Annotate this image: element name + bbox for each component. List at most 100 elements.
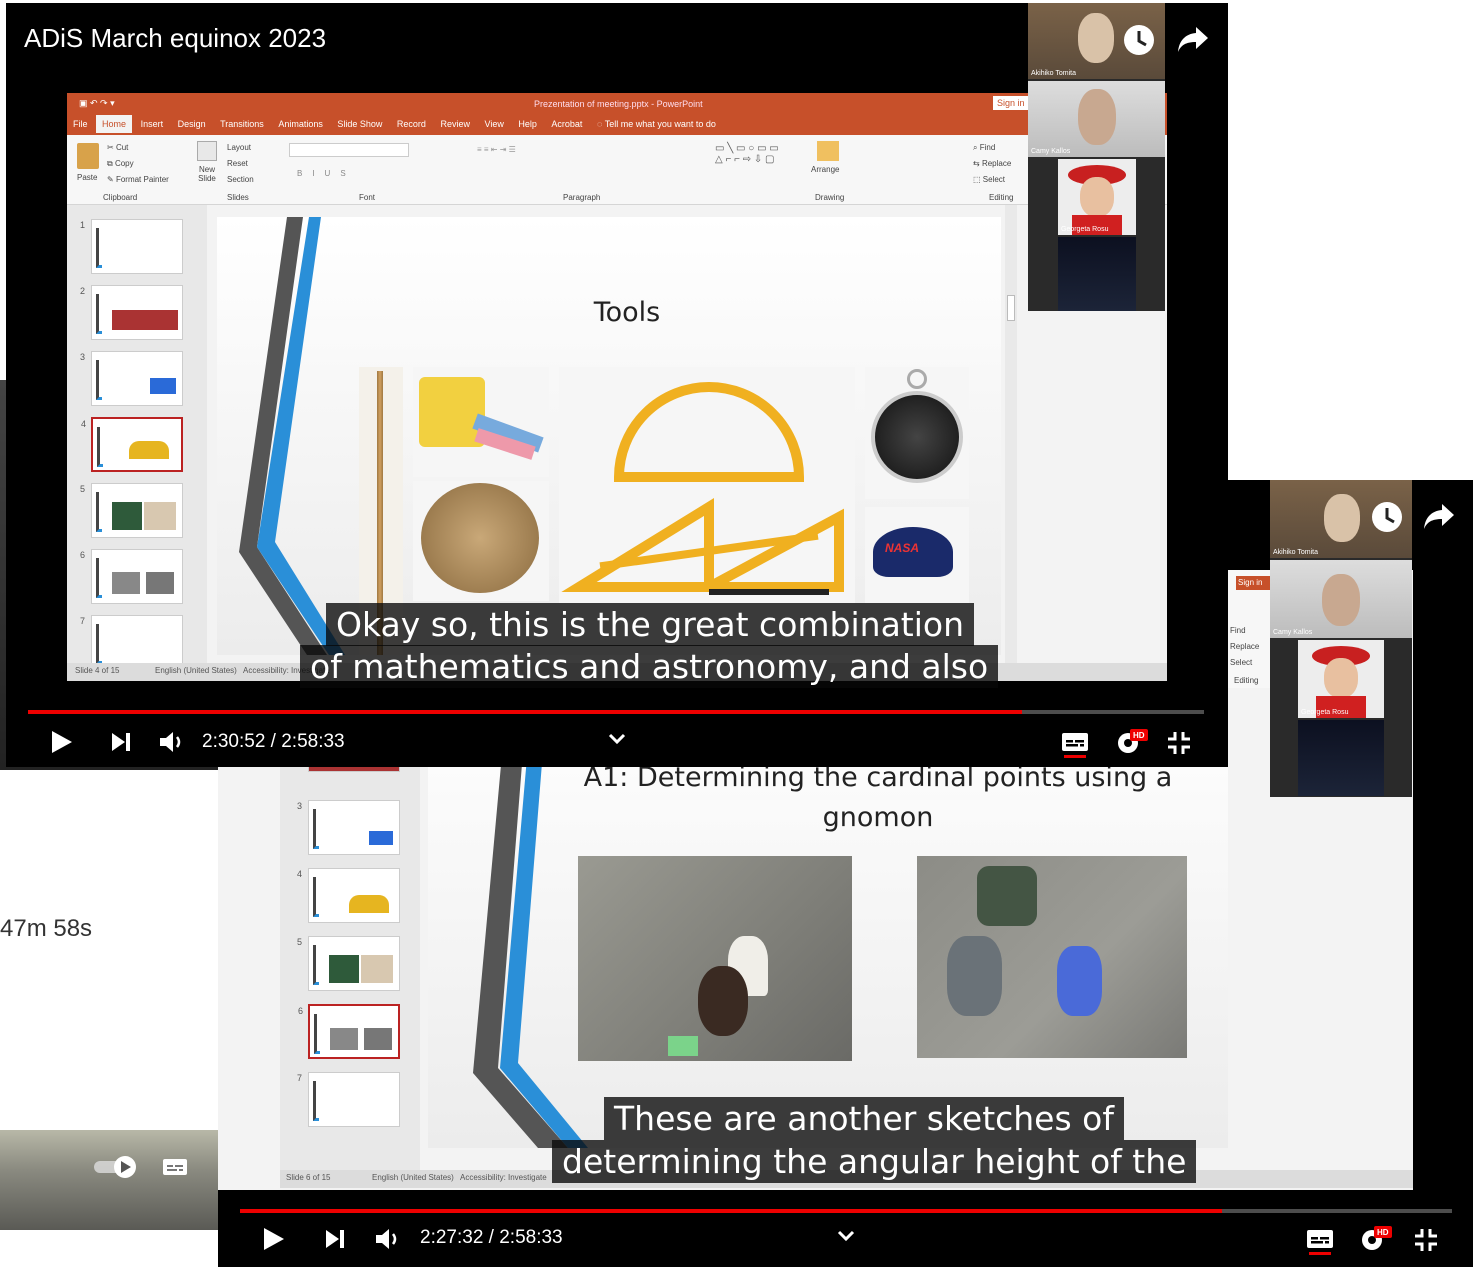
quick-access-toolbar[interactable]: ▣ ↶ ↷ ▾ [79,98,115,109]
play-icon[interactable] [50,729,74,755]
arrange-icon[interactable] [817,141,839,161]
chevron-down-icon[interactable] [835,1228,857,1244]
cut-button[interactable]: ✂ Cut [107,143,128,152]
replace-button[interactable]: ⇆ Replace [973,159,1011,168]
slide-thumbnail-7[interactable]: 7 [80,615,183,670]
slide-thumbnail-6[interactable]: 6 [298,1004,400,1059]
font-name-select[interactable] [289,143,409,157]
paste-icon[interactable] [77,143,99,169]
nasa-logo-graphic: NASA [885,541,920,555]
subtitles-icon[interactable] [1305,1227,1335,1255]
subtitles-icon[interactable] [162,1157,188,1177]
section-button[interactable]: Section [227,175,254,184]
video-player-front[interactable]: ADiS March equinox 2023 ▣ ↶ ↷ ▾ Prezenta… [6,3,1228,767]
editing-group-label: Editing [1234,676,1259,685]
next-icon[interactable] [324,1228,346,1250]
slide-thumbnail-5[interactable]: 5 [297,936,400,991]
subtitles-icon[interactable] [1060,730,1090,758]
status-language: English (United States) [155,666,237,675]
select-label: Select [982,175,1006,184]
new-slide-icon[interactable] [197,141,217,161]
paragraph-buttons[interactable]: ≡ ≡ ⇤ ⇥ ☰ [477,145,516,154]
format-painter-button[interactable]: ✎ Format Painter [107,175,169,184]
tab-design[interactable]: Design [172,115,212,133]
autoplay-toggle-icon[interactable] [92,1153,142,1179]
tab-acrobat[interactable]: Acrobat [545,115,588,133]
participant-name: Georgeta Rosu [1061,226,1109,233]
tab-animations[interactable]: Animations [272,115,329,133]
slide-thumbnails-panel[interactable]: 3 4 5 6 7 [280,750,420,1170]
reset-button[interactable]: Reset [227,159,248,168]
select-button[interactable]: Select [1230,658,1252,667]
slide-decoration [239,217,345,655]
slide-thumbnail-6[interactable]: 6 [80,549,183,604]
editing-group-label: Editing [989,193,1014,202]
tab-file[interactable]: File [67,115,94,133]
sign-in-button[interactable]: Sign in [1236,576,1272,590]
slide-image-cap: NASA [865,507,969,603]
select-button[interactable]: ⬚ Select [973,175,1005,184]
settings-hd-icon[interactable]: HD [1114,727,1150,757]
slide-thumbnail-3[interactable]: 3 [80,351,183,406]
shapes-gallery[interactable]: ▭ ╲ ▭ ○ ▭ ▭ △ ⌐ ⌐ ⇨ ⇩ ▢ [715,143,805,177]
progress-bar[interactable] [28,710,1204,714]
participant-tile [1058,237,1136,311]
font-format-buttons[interactable]: BIUS [297,169,356,178]
volume-icon[interactable] [374,1226,402,1252]
caption-line-2: of mathematics and astronomy, and also [300,645,999,688]
tab-home[interactable]: Home [96,115,133,133]
chevron-down-icon[interactable] [606,731,628,747]
slide-thumbnail-2[interactable]: 2 [80,285,183,340]
paste-button[interactable]: Paste [77,173,97,182]
slide-thumbnail-7[interactable]: 7 [297,1072,400,1127]
clock-icon[interactable] [1122,23,1156,57]
settings-hd-icon[interactable]: HD [1358,1224,1394,1254]
tab-record[interactable]: Record [391,115,432,133]
caption-line-1: These are another sketches of [604,1097,1124,1140]
video-title: ADiS March equinox 2023 [24,23,327,53]
slide-thumbnail-4[interactable]: 4 [297,868,400,923]
layout-button[interactable]: Layout [227,143,251,152]
slide-title: Tools [593,297,661,328]
tab-view[interactable]: View [478,115,509,133]
svg-text:HD: HD [1377,1228,1389,1237]
share-icon[interactable] [1176,23,1210,55]
tab-review[interactable]: Review [434,115,476,133]
participant-tile: Georgeta Rosu [1058,159,1136,235]
tab-help[interactable]: Help [512,115,543,133]
tab-transitions[interactable]: Transitions [214,115,270,133]
progress-played [240,1209,1222,1213]
slide-thumbnail-5[interactable]: 5 [80,483,183,538]
clipboard-group-label: Clipboard [103,193,138,202]
exit-fullscreen-icon[interactable] [1166,730,1192,756]
slide-scrollbar[interactable] [1005,205,1017,667]
clock-icon[interactable] [1370,500,1404,534]
sign-in-button[interactable]: Sign in [993,96,1029,110]
caption-line-1: Okay so, this is the great combination [326,603,974,646]
exit-fullscreen-icon[interactable] [1413,1227,1439,1253]
slide-thumbnail-3[interactable]: 3 [297,800,400,855]
tab-insert[interactable]: Insert [135,115,170,133]
slide-canvas[interactable]: Tools NASA [217,217,1001,655]
arrange-button[interactable]: Arrange [811,165,839,174]
tab-slide-show[interactable]: Slide Show [331,115,388,133]
tell-me-search[interactable]: ◌ Tell me what you want to do [591,115,722,133]
caption-line-2: determining the angular height of the [552,1140,1197,1183]
progress-bar[interactable] [240,1209,1452,1213]
slide-thumbnail-4[interactable]: 4 [81,417,183,472]
participant-name: Camy Kallos [1031,148,1071,155]
slide-thumbnails-panel[interactable]: 1 2 3 4 5 6 7 [67,205,207,670]
play-icon[interactable] [262,1226,286,1252]
copy-button[interactable]: ⧉ Copy [107,159,134,169]
drawing-group-label: Drawing [815,193,845,202]
next-icon[interactable] [110,731,132,753]
find-button[interactable]: ⌕ Find [973,143,995,153]
new-slide-button[interactable]: New Slide [195,165,219,183]
volume-icon[interactable] [158,729,186,755]
slide-thumbnail-1[interactable]: 1 [80,219,183,274]
replace-button[interactable]: Replace [1230,642,1259,651]
participant-name: Akihiko Tomita [1273,549,1319,556]
find-button[interactable]: Find [1230,626,1246,635]
background-player-bar [0,1130,220,1230]
share-icon[interactable] [1422,500,1456,532]
